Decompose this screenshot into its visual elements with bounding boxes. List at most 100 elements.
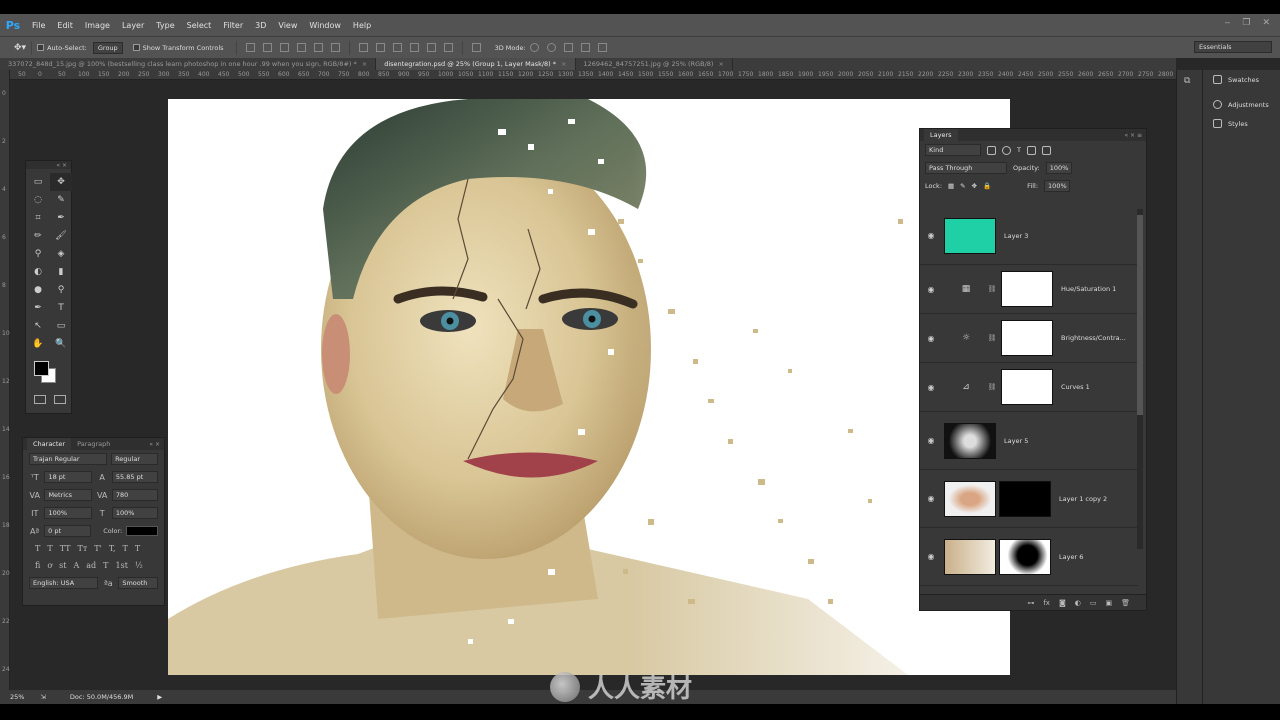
3d-roll-icon[interactable] [546, 43, 556, 52]
small-caps-button[interactable]: Tт [78, 544, 88, 553]
menu-edit[interactable]: Edit [51, 21, 79, 30]
layer-row[interactable]: ◉ ⊿ ⛓ Curves 1 [920, 363, 1138, 412]
close-icon[interactable]: × [718, 60, 723, 68]
layers-scrollbar[interactable] [1137, 209, 1143, 549]
faux-bold-button[interactable]: T [35, 544, 40, 553]
lasso-tool[interactable]: ◌ [27, 191, 49, 209]
language-select[interactable]: English: USA [29, 577, 99, 589]
link-icon[interactable]: ⛓ [986, 334, 998, 342]
doc-tab[interactable]: 337072_848d_15.jpg @ 100% (bestselling c… [0, 58, 377, 70]
text-color-swatch[interactable] [126, 526, 158, 536]
all-caps-button[interactable]: TT [60, 544, 71, 553]
menu-layer[interactable]: Layer [116, 21, 150, 30]
restore-button[interactable]: ❐ [1242, 18, 1250, 28]
swash-button[interactable]: A [74, 561, 80, 570]
layer-row[interactable]: ◉ Layer 3 [920, 207, 1138, 265]
lock-position-icon[interactable]: ✥ [972, 182, 977, 190]
layer-row[interactable]: ◉ Layer 6 [920, 528, 1138, 586]
doc-tab[interactable]: 1269462_84757251.jpg @ 25% (RGB/8) × [576, 58, 733, 70]
auto-select-checkbox[interactable] [37, 44, 45, 51]
new-adjustment-icon[interactable]: ◐ [1075, 599, 1081, 607]
visibility-eye-icon[interactable]: ◉ [920, 383, 942, 392]
discretionary-button[interactable]: ơ [47, 561, 52, 570]
distribute-bottom-icon[interactable] [392, 43, 402, 52]
lock-image-icon[interactable]: ✎ [960, 182, 965, 190]
dodge-tool[interactable]: ⚲ [50, 281, 72, 299]
menu-file[interactable]: File [26, 21, 51, 30]
layer-style-icon[interactable]: fx [1043, 599, 1050, 607]
layer-row[interactable]: ◉ ☼ ⛓ Brightness/Contra... [920, 314, 1138, 363]
filter-pixel-icon[interactable] [987, 145, 996, 155]
align-left-icon[interactable] [296, 43, 306, 52]
marquee-tool[interactable]: ▭ [27, 173, 49, 191]
filter-smart-icon[interactable] [1041, 145, 1051, 155]
layer-mask-thumbnail[interactable] [999, 538, 1051, 575]
new-group-icon[interactable]: ▭ [1090, 599, 1097, 607]
minimize-button[interactable]: ‒ [1225, 18, 1231, 28]
export-icon[interactable]: ⇲ [40, 693, 45, 701]
move-tool[interactable]: ✥ [50, 173, 72, 191]
close-icon[interactable]: × [561, 60, 566, 68]
visibility-eye-icon[interactable]: ◉ [920, 552, 942, 561]
panel-menu-icon[interactable]: « × [149, 441, 164, 448]
filter-type-icon[interactable]: T [1017, 146, 1021, 154]
fractions-button[interactable]: ½ [135, 561, 143, 570]
blend-mode-select[interactable]: Pass Through [925, 162, 1007, 174]
layer-mask-thumbnail[interactable] [1001, 320, 1053, 356]
tab-character[interactable]: Character [27, 438, 72, 450]
layer-row[interactable]: ◉ Layer 1 copy 2 [920, 470, 1138, 528]
scroll-thumb[interactable] [1137, 215, 1143, 415]
subscript-button[interactable]: T, [109, 544, 116, 553]
menu-filter[interactable]: Filter [217, 21, 249, 30]
align-bottom-icon[interactable] [279, 43, 289, 52]
layer-row[interactable]: ◉ [920, 586, 1138, 587]
auto-align-icon[interactable] [471, 43, 481, 52]
blur-tool[interactable]: ● [27, 281, 49, 299]
menu-type[interactable]: Type [150, 21, 180, 30]
new-layer-icon[interactable]: ▣ [1105, 599, 1112, 607]
filter-adjustment-icon[interactable] [1002, 145, 1011, 155]
close-icon[interactable]: × [362, 60, 367, 68]
crop-tool[interactable]: ⌗ [27, 209, 49, 227]
distribute-top-icon[interactable] [358, 43, 368, 52]
underline-button[interactable]: T [123, 544, 128, 553]
distribute-left-icon[interactable] [409, 43, 419, 52]
zoom-level[interactable]: 25% [10, 693, 24, 701]
font-size-field[interactable]: 18 pt [44, 471, 93, 483]
font-family-select[interactable]: Trajan Regular [29, 453, 108, 465]
eraser-tool[interactable]: ◐ [27, 263, 49, 281]
kerning-field[interactable]: Metrics [44, 489, 93, 501]
layer-mask-thumbnail[interactable] [1001, 369, 1053, 405]
pen-tool[interactable]: ✒ [27, 299, 49, 317]
shape-tool[interactable]: ▭ [50, 317, 72, 335]
titling-button[interactable]: T [103, 561, 108, 570]
antialias-select[interactable]: Smooth [118, 577, 159, 589]
tools-panel-header[interactable]: « × [26, 161, 71, 169]
st-ligature-button[interactable]: st [59, 561, 66, 570]
layer-mask-thumbnail[interactable] [999, 480, 1051, 517]
show-transform-checkbox[interactable] [132, 44, 140, 51]
link-icon[interactable]: ⛓ [986, 285, 998, 293]
distribute-hcenter-icon[interactable] [426, 43, 436, 52]
visibility-eye-icon[interactable]: ◉ [920, 334, 942, 343]
3d-slide-icon[interactable] [580, 43, 590, 52]
opacity-field[interactable]: 100% [1045, 162, 1072, 174]
visibility-eye-icon[interactable]: ◉ [920, 436, 942, 445]
screen-mode-icon[interactable] [54, 395, 66, 404]
visibility-eye-icon[interactable]: ◉ [920, 285, 942, 294]
quick-select-tool[interactable]: ✎ [50, 191, 72, 209]
fill-field[interactable]: 100% [1044, 180, 1071, 192]
brush-tool[interactable]: 🖌 [50, 227, 72, 245]
dock-swatches[interactable]: Swatches [1203, 70, 1280, 89]
3d-drag-icon[interactable] [563, 43, 573, 52]
link-layers-icon[interactable]: ⊶ [1027, 599, 1034, 607]
path-select-tool[interactable]: ↖ [27, 317, 49, 335]
align-hcenter-icon[interactable] [313, 43, 323, 52]
vertical-scale-field[interactable]: 100% [44, 507, 93, 519]
menu-3d[interactable]: 3D [249, 21, 272, 30]
tracking-field[interactable]: 780 [111, 489, 158, 501]
ligatures-button[interactable]: fi [35, 561, 40, 570]
link-icon[interactable]: ⛓ [986, 383, 998, 391]
workspace-dropdown[interactable]: Essentials [1194, 41, 1272, 53]
eyedropper-tool[interactable]: ✒ [50, 209, 72, 227]
